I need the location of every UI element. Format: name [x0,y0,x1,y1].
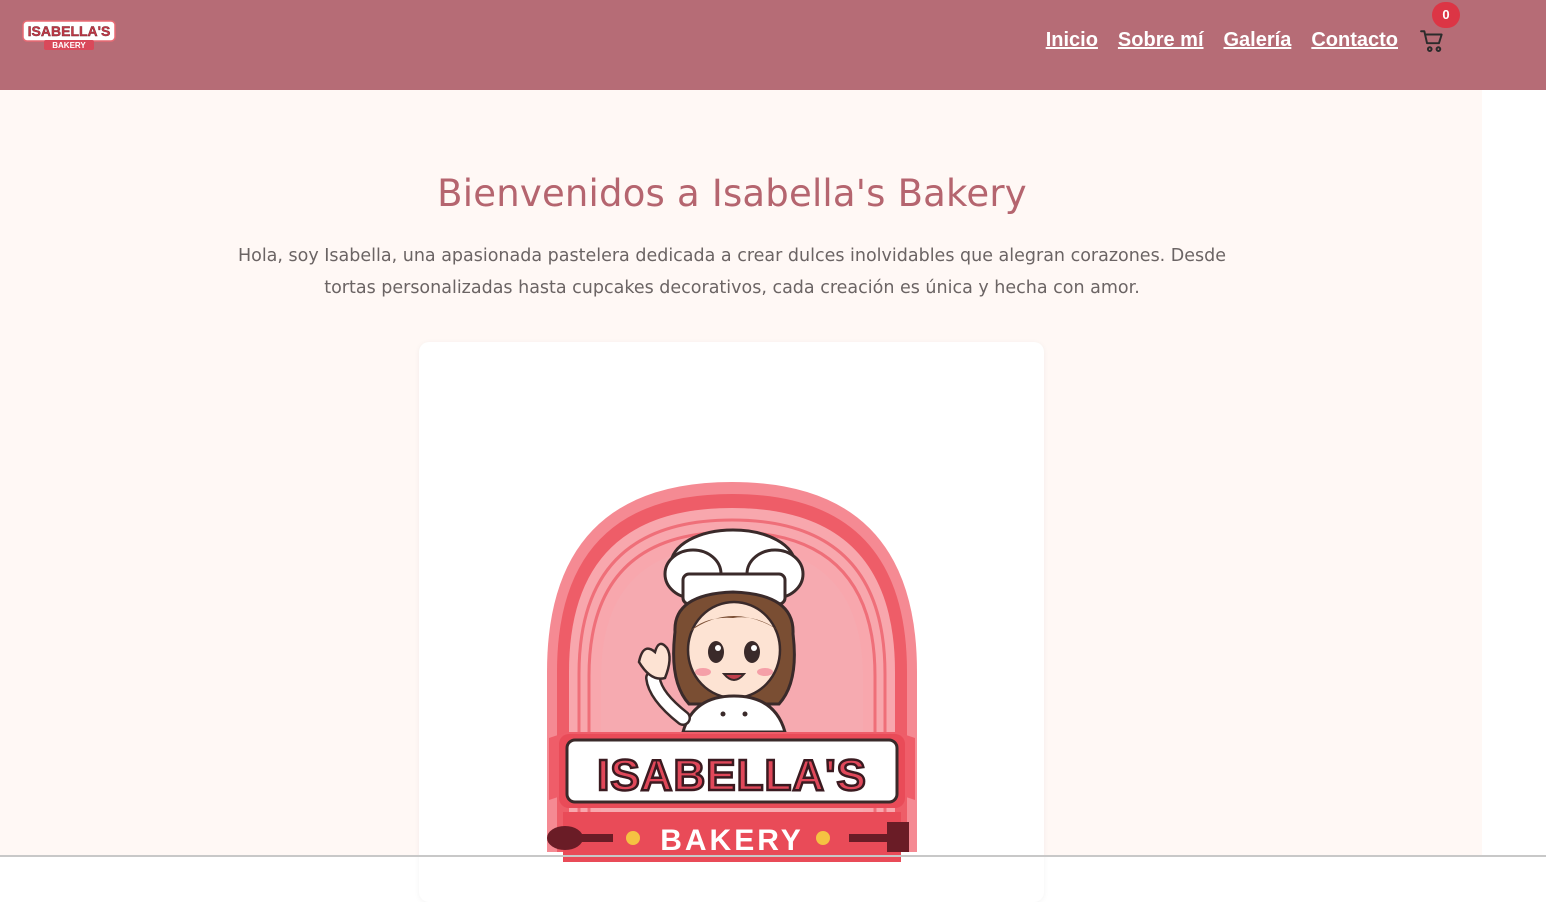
scrollbar-gutter [1482,90,1546,857]
nav-link-galeria[interactable]: Galería [1224,29,1292,52]
brand-logo-line1: ISABELLA'S [28,23,111,39]
main-nav: Inicio Sobre mí Galería Contacto 0 [1026,0,1546,80]
nav-link-sobre-mi[interactable]: Sobre mí [1118,29,1204,52]
nav-link-contacto[interactable]: Contacto [1311,29,1398,52]
intro-text: Hola, soy Isabella, una apasionada paste… [237,246,1227,298]
cart-count-badge: 0 [1432,2,1460,28]
bakery-logo-image: ISABELLA'S BAKERY [547,482,917,862]
brand-logo[interactable]: ISABELLA'S BAKERY [22,19,116,51]
logo-name-text: ISABELLA'S [597,751,867,800]
cart-button[interactable]: 0 [1420,2,1460,56]
logo-bakery-text: BAKERY [660,824,804,857]
shopping-cart-icon [1420,30,1443,52]
nav-link-inicio[interactable]: Inicio [1046,29,1098,52]
navbar: ISABELLA'S BAKERY Inicio Sobre mí Galerí… [0,0,1546,90]
page-title: Bienvenidos a Isabella's Bakery [437,172,1027,215]
logo-card: ISABELLA'S BAKERY [419,342,1044,902]
main-content: Bienvenidos a Isabella's Bakery Hola, so… [0,90,1482,902]
brand-logo-line2: BAKERY [52,41,86,50]
